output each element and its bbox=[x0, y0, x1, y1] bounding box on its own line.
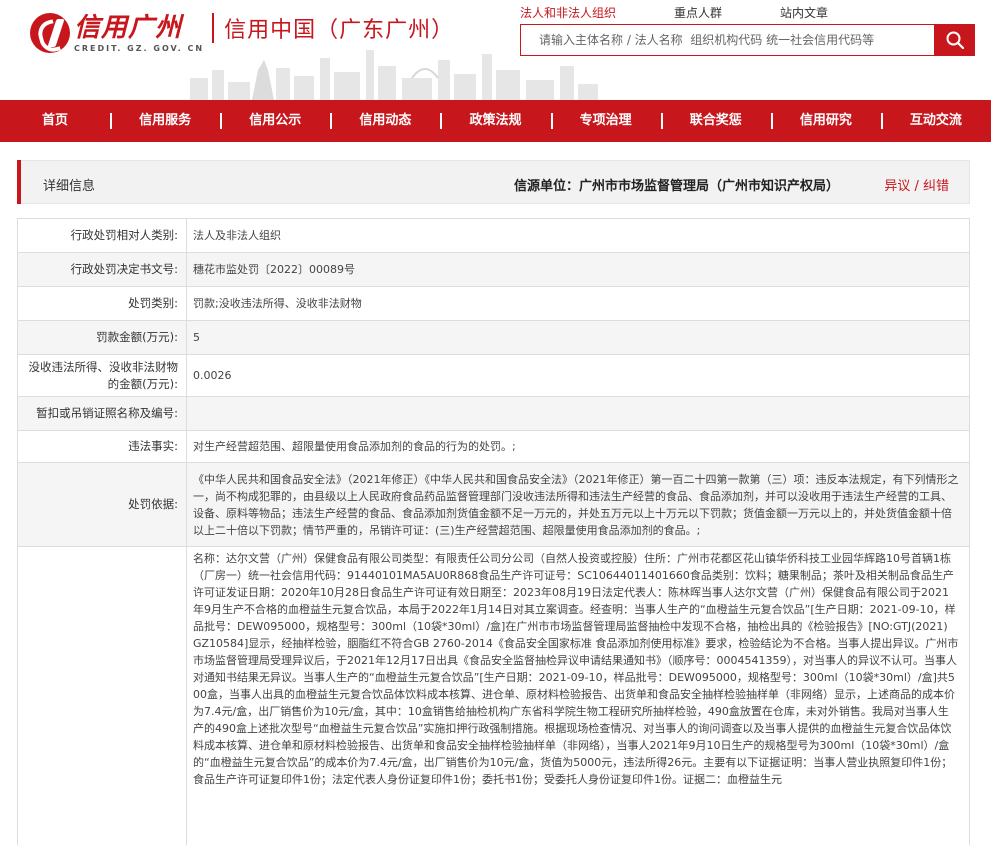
source-unit: 信源单位：广州市市场监督管理局（广州市知识产权局） bbox=[513, 179, 839, 194]
field-label: 行政处罚相对人类别: bbox=[18, 219, 187, 252]
objection-link[interactable]: 异议 / 纠错 bbox=[884, 175, 949, 194]
nav-special-governance[interactable]: 专项治理 bbox=[550, 100, 661, 142]
field-value bbox=[187, 397, 970, 430]
nav-credit-news[interactable]: 信用动态 bbox=[330, 100, 440, 142]
table-row: 行政处罚相对人类别: 法人及非法人组织 bbox=[18, 219, 970, 253]
field-label bbox=[18, 547, 187, 845]
field-label: 罚款金额(万元): bbox=[18, 321, 187, 354]
nav-credit-services[interactable]: 信用服务 bbox=[110, 100, 220, 142]
field-label: 暂扣或吊销证照名称及编号: bbox=[18, 397, 187, 430]
field-value: 罚款;没收违法所得、没收非法财物 bbox=[187, 287, 970, 320]
field-label: 处罚类别: bbox=[18, 287, 187, 320]
search-tab-key-groups[interactable]: 重点人群 bbox=[674, 4, 722, 21]
field-label: 行政处罚决定书文号: bbox=[18, 253, 187, 286]
main-nav: 首页 信用服务 信用公示 信用动态 政策法规 专项治理 联合奖惩 信用研究 互动… bbox=[0, 100, 991, 142]
search-tab-site-articles[interactable]: 站内文章 bbox=[780, 4, 828, 21]
site-header: 信用广州 CREDIT. GZ. GOV. CN 信用中国（广东广州） 法人和非… bbox=[0, 0, 991, 100]
field-value: 《中华人民共和国食品安全法》（2021年修正）《中华人民共和国食品安全法》（20… bbox=[187, 463, 970, 546]
table-row: 暂扣或吊销证照名称及编号: bbox=[18, 397, 970, 431]
search-button[interactable] bbox=[935, 24, 975, 56]
detail-header: 详细信息 信源单位：广州市市场监督管理局（广州市知识产权局） 异议 / 纠错 bbox=[17, 160, 970, 204]
logo-title: 信用广州 bbox=[74, 12, 183, 43]
field-value: 名称：达尔文营（广州）保健食品有限公司类型：有限责任公司分公司（自然人投资或控股… bbox=[187, 547, 970, 845]
search-tabs: 法人和非法人组织 重点人群 站内文章 bbox=[520, 4, 886, 21]
detail-title: 详细信息 bbox=[43, 179, 96, 194]
nav-home[interactable]: 首页 bbox=[0, 100, 110, 142]
logo-domain: CREDIT. GZ. GOV. CN bbox=[74, 43, 205, 53]
nav-policies[interactable]: 政策法规 bbox=[440, 100, 550, 142]
logo-subtitle: 信用中国（广东广州） bbox=[224, 18, 455, 43]
field-value: 5 bbox=[187, 321, 970, 354]
table-row: 处罚依据: 《中华人民共和国食品安全法》（2021年修正）《中华人民共和国食品安… bbox=[18, 463, 970, 547]
table-row: 行政处罚决定书文号: 穗花市监处罚〔2022〕00089号 bbox=[18, 253, 970, 287]
logo-divider bbox=[212, 13, 215, 43]
search-tab-organizations[interactable]: 法人和非法人组织 bbox=[520, 4, 616, 21]
site-logo[interactable]: 信用广州 CREDIT. GZ. GOV. CN 信用中国（广东广州） bbox=[30, 10, 454, 56]
field-value: 法人及非法人组织 bbox=[187, 219, 970, 252]
nav-joint-rewards-punishments[interactable]: 联合奖惩 bbox=[660, 100, 771, 142]
table-row: 罚款金额(万元): 5 bbox=[18, 321, 970, 355]
field-label: 没收违法所得、没收非法财物的金额(万元): bbox=[18, 355, 187, 396]
table-row: 没收违法所得、没收非法财物的金额(万元): 0.0026 bbox=[18, 355, 970, 397]
table-row: 处罚类别: 罚款;没收违法所得、没收非法财物 bbox=[18, 287, 970, 321]
search-icon bbox=[946, 31, 965, 50]
search-box bbox=[520, 24, 935, 56]
detail-table: 行政处罚相对人类别: 法人及非法人组织 行政处罚决定书文号: 穗花市监处罚〔20… bbox=[17, 218, 970, 845]
nav-credit-research[interactable]: 信用研究 bbox=[770, 100, 881, 142]
nav-interaction[interactable]: 互动交流 bbox=[880, 100, 991, 142]
search-input[interactable] bbox=[521, 25, 934, 55]
credit-logo-icon bbox=[30, 13, 70, 53]
nav-credit-publicity[interactable]: 信用公示 bbox=[220, 100, 330, 142]
logo-text-block: 信用广州 CREDIT. GZ. GOV. CN bbox=[74, 14, 204, 53]
field-value: 0.0026 bbox=[187, 355, 970, 396]
field-value: 穗花市监处罚〔2022〕00089号 bbox=[187, 253, 970, 286]
field-value: 对生产经营超范围、超限量使用食品添加剂的食品的行为的处罚。; bbox=[187, 431, 970, 462]
field-label: 处罚依据: bbox=[18, 463, 187, 546]
table-row: 名称：达尔文营（广州）保健食品有限公司类型：有限责任公司分公司（自然人投资或控股… bbox=[18, 547, 970, 845]
field-label: 违法事实: bbox=[18, 431, 187, 462]
table-row: 违法事实: 对生产经营超范围、超限量使用食品添加剂的食品的行为的处罚。; bbox=[18, 431, 970, 463]
